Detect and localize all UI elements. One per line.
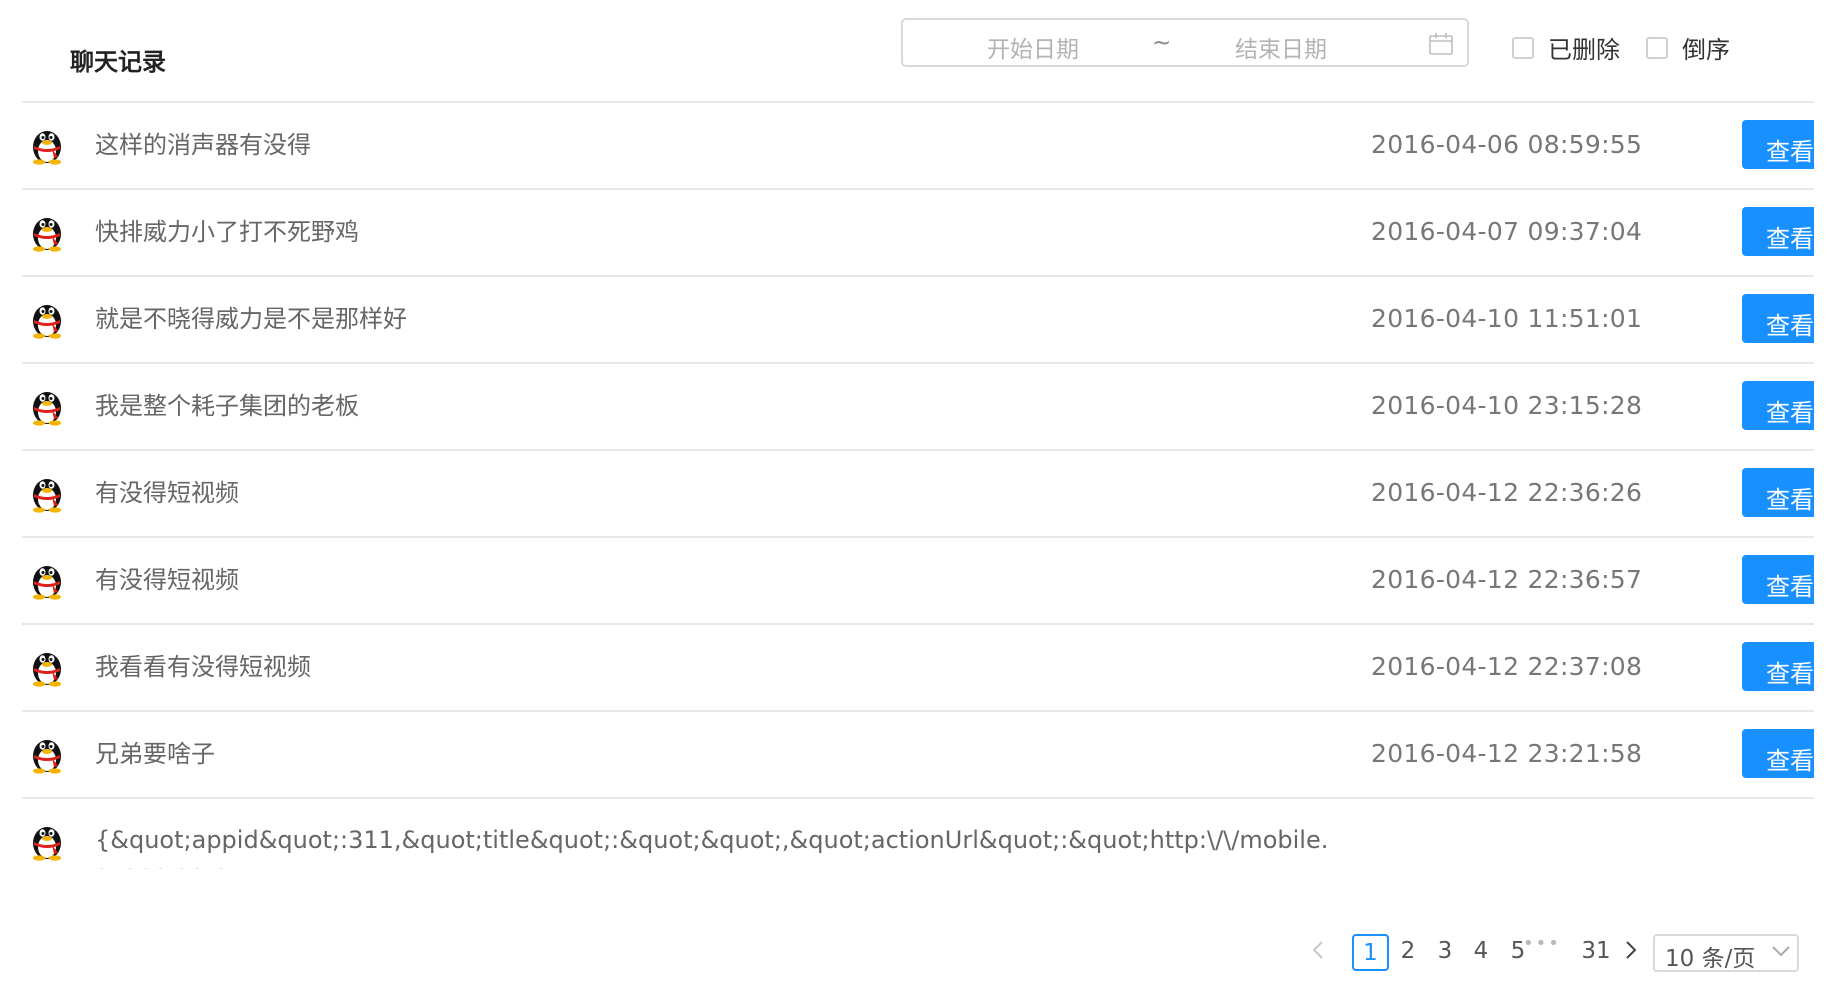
view-button[interactable]: 查看	[1742, 381, 1814, 430]
reverse-label: 倒序	[1682, 36, 1730, 64]
qq-penguin-icon	[33, 740, 61, 774]
message-row: 有没得短视频 2016-04-12 22:36:57 查看	[22, 538, 1814, 625]
message-text: 有没得短视频	[95, 566, 239, 594]
message-text: {&quot;appid&quot;:311,&quot;title&quot;…	[95, 826, 1329, 869]
message-time: 2016-04-07 09:37:04	[1371, 217, 1643, 246]
message-time: 2016-04-10 11:51:01	[1371, 304, 1643, 333]
message-row: {&quot;appid&quot;:311,&quot;title&quot;…	[22, 799, 1814, 869]
qq-penguin-icon	[33, 218, 61, 252]
message-row: 兄弟要啥子 2016-04-12 23:21:58 查看	[22, 712, 1814, 799]
page-2[interactable]: 2	[1390, 934, 1426, 971]
date-range-picker[interactable]: 开始日期 ~ 结束日期	[901, 18, 1469, 67]
qq-penguin-icon	[33, 827, 61, 861]
qq-penguin-icon	[33, 566, 61, 600]
message-row: 有没得短视频 2016-04-12 22:36:26 查看	[22, 451, 1814, 538]
calendar-icon	[1429, 33, 1453, 55]
page-4[interactable]: 4	[1463, 934, 1499, 971]
message-text: 我看看有没得短视频	[95, 653, 311, 681]
page-size-value: 10 条/页	[1665, 946, 1756, 972]
chevron-right-icon	[1626, 941, 1637, 959]
end-date-input[interactable]: 结束日期	[1235, 30, 1327, 64]
message-time: 2016-04-12 22:36:26	[1371, 478, 1643, 507]
message-text: 我是整个耗子集团的老板	[95, 392, 359, 420]
qq-penguin-icon	[33, 131, 61, 165]
deleted-label: 已删除	[1548, 36, 1620, 64]
message-row: 快排威力小了打不死野鸡 2016-04-07 09:37:04 查看	[22, 190, 1814, 277]
view-button[interactable]: 查看	[1742, 120, 1814, 169]
reverse-filter[interactable]: 倒序	[1646, 30, 1730, 65]
page-last[interactable]: 31	[1576, 934, 1616, 971]
message-row: 我看看有没得短视频 2016-04-12 22:37:08 查看	[22, 625, 1814, 712]
page-title: 聊天记录	[70, 48, 166, 76]
message-row: 就是不晓得威力是不是那样好 2016-04-10 11:51:01 查看	[22, 277, 1814, 364]
page-ellipsis[interactable]: •••	[1523, 933, 1561, 954]
qq-penguin-icon	[33, 305, 61, 339]
view-button[interactable]: 查看	[1742, 468, 1814, 517]
view-button[interactable]: 查看	[1742, 207, 1814, 256]
chat-records-page: 聊天记录 开始日期 ~ 结束日期 已删除 倒序 这样的消声器有没得 2016-04…	[0, 0, 1834, 996]
chevron-down-icon	[1772, 946, 1790, 957]
qq-penguin-icon	[33, 479, 61, 513]
message-time: 2016-04-12 22:36:57	[1371, 565, 1643, 594]
message-text: 快排威力小了打不死野鸡	[95, 218, 359, 246]
deleted-filter[interactable]: 已删除	[1512, 30, 1620, 65]
view-button[interactable]: 查看	[1742, 642, 1814, 691]
page-size-select[interactable]: 10 条/页	[1653, 934, 1799, 972]
message-row: 我是整个耗子集团的老板 2016-04-10 23:15:28 查看	[22, 364, 1814, 451]
message-text: 有没得短视频	[95, 479, 239, 507]
qq-penguin-icon	[33, 653, 61, 687]
message-list: 这样的消声器有没得 2016-04-06 08:59:55 查看 快排威力小了打不死…	[22, 103, 1814, 869]
chevron-left-icon	[1312, 941, 1323, 959]
date-separator: ~	[1152, 30, 1172, 56]
view-button[interactable]: 查看	[1742, 729, 1814, 778]
message-time: 2016-04-06 08:59:55	[1371, 130, 1643, 159]
message-time: 2016-04-12 23:21:58	[1371, 739, 1643, 768]
message-time: 2016-04-12 22:37:08	[1371, 652, 1643, 681]
page-3[interactable]: 3	[1427, 934, 1463, 971]
page-1[interactable]: 1	[1352, 934, 1389, 971]
view-button[interactable]: 查看	[1742, 555, 1814, 604]
prev-page-button[interactable]	[1310, 938, 1326, 968]
next-page-button[interactable]	[1623, 938, 1639, 968]
message-text: 兄弟要啥子	[95, 740, 215, 768]
message-text: 就是不晓得威力是不是那样好	[95, 305, 407, 333]
reverse-checkbox[interactable]	[1646, 36, 1668, 59]
message-row: 这样的消声器有没得 2016-04-06 08:59:55 查看	[22, 103, 1814, 190]
start-date-input[interactable]: 开始日期	[987, 30, 1079, 64]
message-text: 这样的消声器有没得	[95, 131, 311, 159]
deleted-checkbox[interactable]	[1512, 36, 1534, 59]
qq-penguin-icon	[33, 392, 61, 426]
message-time: 2016-04-10 23:15:28	[1371, 391, 1643, 420]
view-button[interactable]: 查看	[1742, 294, 1814, 343]
